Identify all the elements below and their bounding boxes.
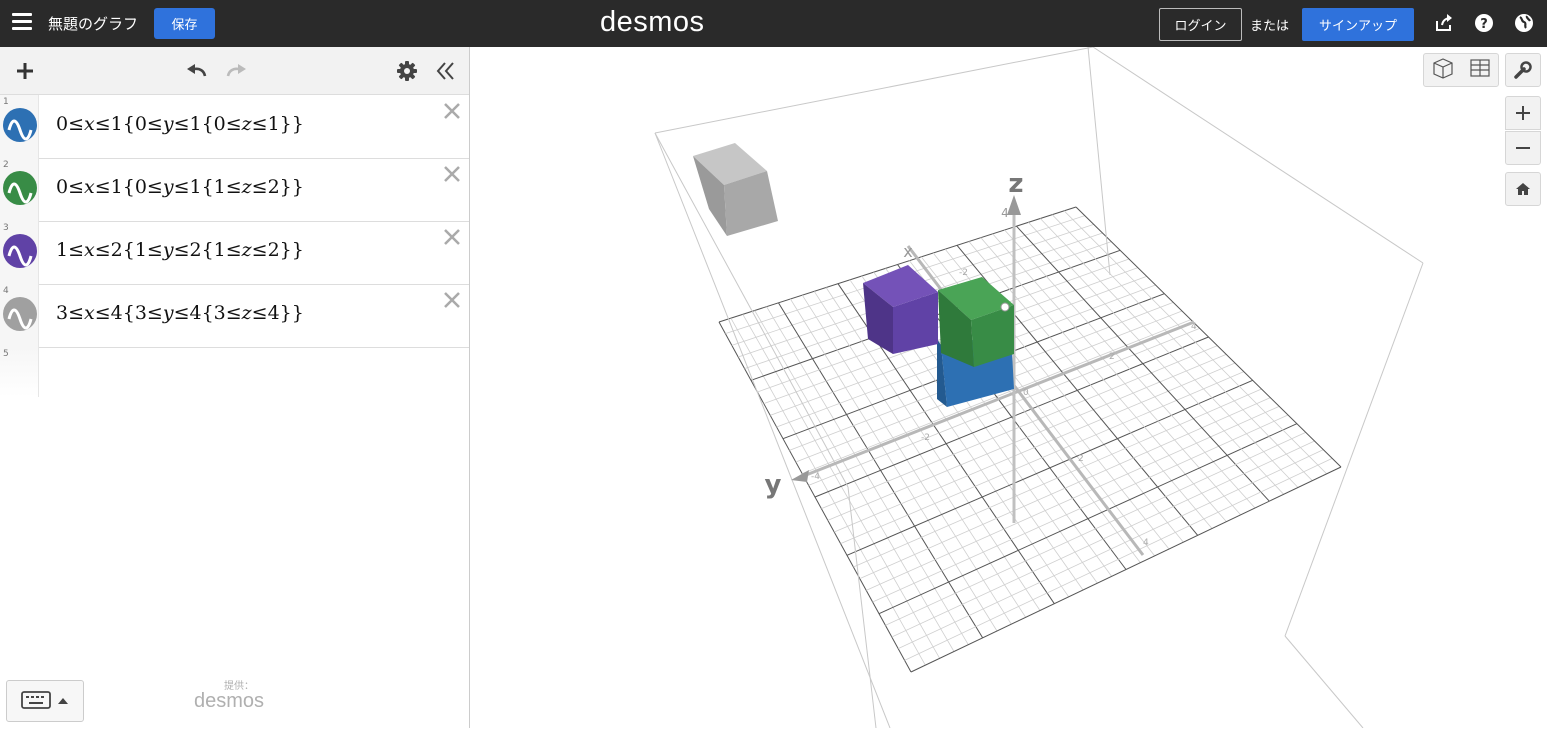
expression-tab[interactable]: 3 (0, 221, 39, 284)
top-bar: 無題のグラフ 保存 desmos ログイン または サインアップ ? (0, 0, 1547, 47)
expression-tab[interactable]: 5 (0, 347, 39, 397)
grid-line (1040, 218, 1299, 488)
axis-label-y: y (765, 470, 782, 500)
graph-wave-icon[interactable] (3, 297, 37, 331)
grid-line (898, 449, 1324, 650)
minus-icon (1516, 147, 1530, 149)
graph-wave-icon[interactable] (3, 108, 37, 142)
redo-icon[interactable] (222, 57, 250, 85)
delete-expression-icon[interactable] (442, 227, 462, 247)
collapse-panel-icon[interactable] (432, 57, 460, 85)
cube-gray (693, 143, 778, 236)
tick-label: 2 (1078, 454, 1084, 464)
expression-math[interactable]: 3≤𝑥≤4{3≤𝑦≤4{3≤𝑧≤4}} (56, 302, 304, 324)
grid-line (1063, 210, 1327, 475)
graph-3d-canvas[interactable]: z y x 4 -2 2 -4 4 -2 2 4 0 (471, 46, 1547, 729)
expression-row[interactable]: 4 3≤𝑥≤4{3≤𝑦≤4{3≤𝑧≤4}} (0, 284, 469, 348)
expression-tab[interactable]: 2 (0, 158, 39, 221)
expression-number: 4 (3, 286, 9, 296)
view-toggle-group (1423, 53, 1499, 87)
tick-label: -2 (921, 433, 930, 443)
3d-cube-view-icon[interactable] (1431, 57, 1455, 83)
delete-expression-icon[interactable] (442, 290, 462, 310)
powered-by-logo: desmos (194, 690, 265, 712)
save-button[interactable]: 保存 (154, 8, 215, 39)
expression-tab[interactable]: 4 (0, 284, 39, 347)
plus-icon (1516, 106, 1530, 120)
help-icon[interactable]: ? (1474, 13, 1494, 33)
graph-wave-icon[interactable] (3, 234, 37, 268)
delete-expression-icon[interactable] (442, 164, 462, 184)
login-button[interactable]: ログイン (1159, 8, 1242, 41)
menu-icon[interactable] (12, 13, 32, 31)
grid-line (827, 353, 1227, 521)
grid-line (878, 423, 1298, 615)
home-icon (1516, 183, 1530, 195)
expression-number: 2 (3, 160, 9, 170)
expression-math[interactable]: 0≤𝑥≤1{0≤𝑦≤1{1≤𝑧≤2}} (56, 176, 304, 198)
table-view-icon[interactable] (1469, 58, 1491, 82)
tick-label: 4 (1191, 322, 1197, 332)
desmos-logo: desmos (600, 6, 705, 38)
expression-panel: 1 0≤𝑥≤1{0≤𝑦≤1{0≤𝑧≤1}} 2 0≤𝑥≤1{0≤𝑦≤1{1≤𝑧≤… (0, 47, 470, 728)
svg-text:?: ? (1480, 17, 1488, 32)
graph-title[interactable]: 無題のグラフ (48, 13, 138, 34)
signup-button[interactable]: サインアップ (1302, 8, 1414, 41)
grid-line (834, 362, 1236, 533)
z-tick-label: 4 (1001, 206, 1009, 220)
language-icon[interactable] (1514, 13, 1534, 33)
keyboard-icon (21, 691, 68, 709)
expression-row[interactable]: 3 1≤𝑥≤2{1≤𝑦≤2{1≤𝑧≤2}} (0, 221, 469, 285)
expression-number: 1 (3, 97, 9, 107)
cube-purple (863, 265, 938, 354)
tick-label: -4 (811, 472, 820, 482)
tick-label: -2 (959, 268, 968, 278)
grid-line (846, 379, 1253, 556)
xy-plane-grid (718, 206, 1342, 673)
axis-label-z: z (1008, 169, 1023, 199)
settings-gear-icon[interactable] (393, 57, 421, 85)
expression-number: 5 (3, 349, 9, 359)
delete-expression-icon[interactable] (442, 101, 462, 121)
graph-wave-icon[interactable] (3, 171, 37, 205)
tick-label: 4 (1143, 538, 1149, 548)
expression-toolbar (0, 47, 469, 95)
expression-tab[interactable]: 1 (0, 95, 39, 158)
point-marker[interactable] (1000, 302, 1010, 312)
tick-label: 0 (1023, 388, 1029, 398)
grid-line (1051, 214, 1313, 481)
share-icon[interactable] (1434, 13, 1454, 33)
graph-3d-view[interactable]: z y x 4 -2 2 -4 4 -2 2 4 0 (471, 46, 1547, 729)
axis-label-x: x (903, 242, 912, 261)
zoom-in-button[interactable] (1505, 96, 1541, 130)
expression-math[interactable]: 0≤𝑥≤1{0≤𝑦≤1{0≤𝑧≤1}} (56, 113, 304, 135)
undo-icon[interactable] (183, 57, 211, 85)
expression-row[interactable]: 2 0≤𝑥≤1{0≤𝑦≤1{1≤𝑧≤2}} (0, 158, 469, 222)
grid-line (1016, 225, 1270, 502)
powered-by-desmos[interactable]: 提供： desmos (194, 677, 264, 713)
grid-line (891, 440, 1315, 638)
grid-line (859, 397, 1271, 580)
expression-math[interactable]: 1≤𝑥≤2{1≤𝑦≤2{1≤𝑧≤2}} (56, 239, 304, 261)
cube-green (938, 277, 1014, 367)
graph-settings-button[interactable] (1505, 53, 1541, 87)
wrench-icon (1514, 61, 1532, 79)
keypad-toggle-button[interactable] (6, 680, 84, 722)
add-item-icon[interactable] (11, 57, 39, 85)
zoom-out-button[interactable] (1505, 131, 1541, 165)
empty-expression-row[interactable]: 5 (0, 347, 469, 397)
tick-label: 2 (1109, 352, 1115, 362)
expression-number: 3 (3, 223, 9, 233)
or-label: または (1250, 19, 1290, 34)
expression-row[interactable]: 1 0≤𝑥≤1{0≤𝑦≤1{0≤𝑧≤1}} (0, 95, 469, 159)
reset-view-button[interactable] (1505, 172, 1541, 206)
